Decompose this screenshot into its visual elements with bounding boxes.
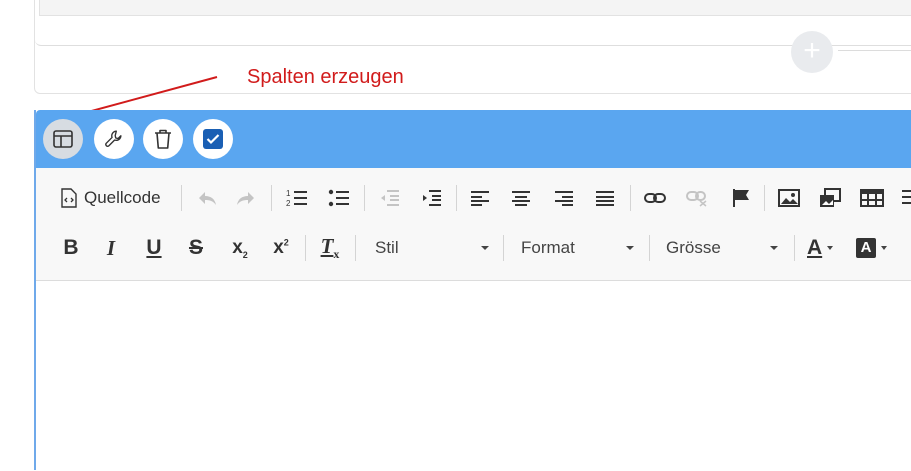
remove-format-icon: Tx: [320, 233, 340, 262]
align-center-button[interactable]: [508, 184, 534, 212]
unlink-icon: [686, 191, 707, 207]
separator: [649, 235, 650, 261]
undo-icon: [199, 192, 216, 205]
align-justify-icon: [596, 191, 614, 206]
underline-icon: U: [146, 236, 162, 259]
chevron-down-icon: [881, 246, 887, 250]
toggle-button[interactable]: [193, 119, 233, 159]
justify-button[interactable]: [592, 184, 618, 212]
source-button[interactable]: Quellcode: [60, 184, 161, 212]
outdent-icon: [381, 190, 399, 206]
outdent-button[interactable]: [376, 184, 402, 212]
style-dropdown-label: Stil: [375, 238, 399, 257]
editor-content-area[interactable]: [36, 281, 911, 471]
chevron-down-icon: [626, 246, 634, 250]
format-dropdown-label: Format: [521, 238, 575, 257]
chevron-down-icon: [770, 246, 778, 250]
block-toolbar: [36, 110, 911, 168]
trash-icon: [155, 129, 171, 149]
separator: [764, 185, 765, 211]
svg-text:1: 1: [286, 189, 291, 198]
numbered-list-button[interactable]: 12: [284, 184, 310, 212]
bullet-list-icon: [328, 189, 349, 207]
text-color-icon: A: [807, 236, 823, 259]
indent-icon: [423, 190, 441, 206]
wrench-icon: [105, 130, 122, 147]
separator: [305, 235, 306, 261]
checkbox-icon: [203, 129, 223, 149]
bold-button[interactable]: B: [60, 234, 82, 262]
editor-block: Quellcode 12 B I U S x2 x2 Tx Stil Forma…: [34, 110, 911, 471]
text-color-button[interactable]: A: [807, 234, 843, 262]
subscript-icon: x2: [232, 236, 248, 260]
table-button[interactable]: [859, 184, 885, 212]
align-center-icon: [512, 191, 530, 206]
redo-icon: [237, 192, 254, 205]
size-dropdown[interactable]: Grösse: [666, 234, 782, 262]
chevron-down-icon: [481, 246, 489, 250]
chevron-down-icon: [827, 246, 834, 250]
flag-icon: [733, 189, 749, 207]
columns-button[interactable]: [43, 119, 83, 159]
background-color-icon: A: [856, 238, 876, 258]
align-right-icon: [555, 191, 573, 206]
bullet-list-button[interactable]: [326, 184, 352, 212]
link-button[interactable]: [642, 184, 668, 212]
underline-button[interactable]: U: [143, 234, 165, 262]
image-button[interactable]: [776, 184, 802, 212]
separator: [794, 235, 795, 261]
style-dropdown[interactable]: Stil: [375, 234, 491, 262]
strikethrough-button[interactable]: S: [185, 234, 207, 262]
unlink-button[interactable]: [684, 184, 710, 212]
columns-layout-icon: [53, 130, 73, 148]
anchor-button[interactable]: [728, 184, 754, 212]
numbered-list-icon: 12: [286, 189, 307, 208]
settings-button[interactable]: [94, 119, 134, 159]
separator: [271, 185, 272, 211]
separator: [630, 185, 631, 211]
subscript-button[interactable]: x2: [227, 234, 253, 262]
bold-icon: B: [63, 236, 79, 259]
separator: [181, 185, 182, 211]
editor-toolbar: Quellcode 12 B I U S x2 x2 Tx Stil Forma…: [36, 168, 911, 281]
source-label: Quellcode: [84, 188, 161, 207]
indent-button[interactable]: [418, 184, 444, 212]
superscript-icon: x2: [273, 237, 289, 258]
delete-button[interactable]: [143, 119, 183, 159]
image-icon: [778, 189, 800, 207]
separator: [456, 185, 457, 211]
italic-icon: I: [106, 235, 116, 260]
align-left-icon: [471, 191, 489, 206]
table-icon: [860, 189, 884, 207]
separator: [364, 185, 365, 211]
remove-format-button[interactable]: Tx: [316, 234, 344, 262]
separator: [355, 235, 356, 261]
annotation-label: Spalten erzeugen: [247, 66, 404, 88]
gallery-icon: [820, 188, 841, 207]
source-code-icon: [61, 188, 77, 208]
size-dropdown-label: Grösse: [666, 238, 721, 257]
more-icon: [902, 190, 911, 204]
image-gallery-button[interactable]: [817, 184, 843, 212]
redo-button[interactable]: [233, 184, 259, 212]
background-color-button[interactable]: A: [856, 234, 892, 262]
svg-text:2: 2: [286, 199, 291, 208]
undo-button[interactable]: [194, 184, 220, 212]
horizontal-rule-button[interactable]: [900, 184, 911, 212]
italic-button[interactable]: I: [100, 234, 122, 262]
link-icon: [644, 193, 666, 203]
superscript-button[interactable]: x2: [268, 234, 294, 262]
separator: [503, 235, 504, 261]
align-left-button[interactable]: [467, 184, 493, 212]
format-dropdown[interactable]: Format: [521, 234, 637, 262]
strikethrough-icon: S: [188, 236, 203, 259]
align-right-button[interactable]: [551, 184, 577, 212]
